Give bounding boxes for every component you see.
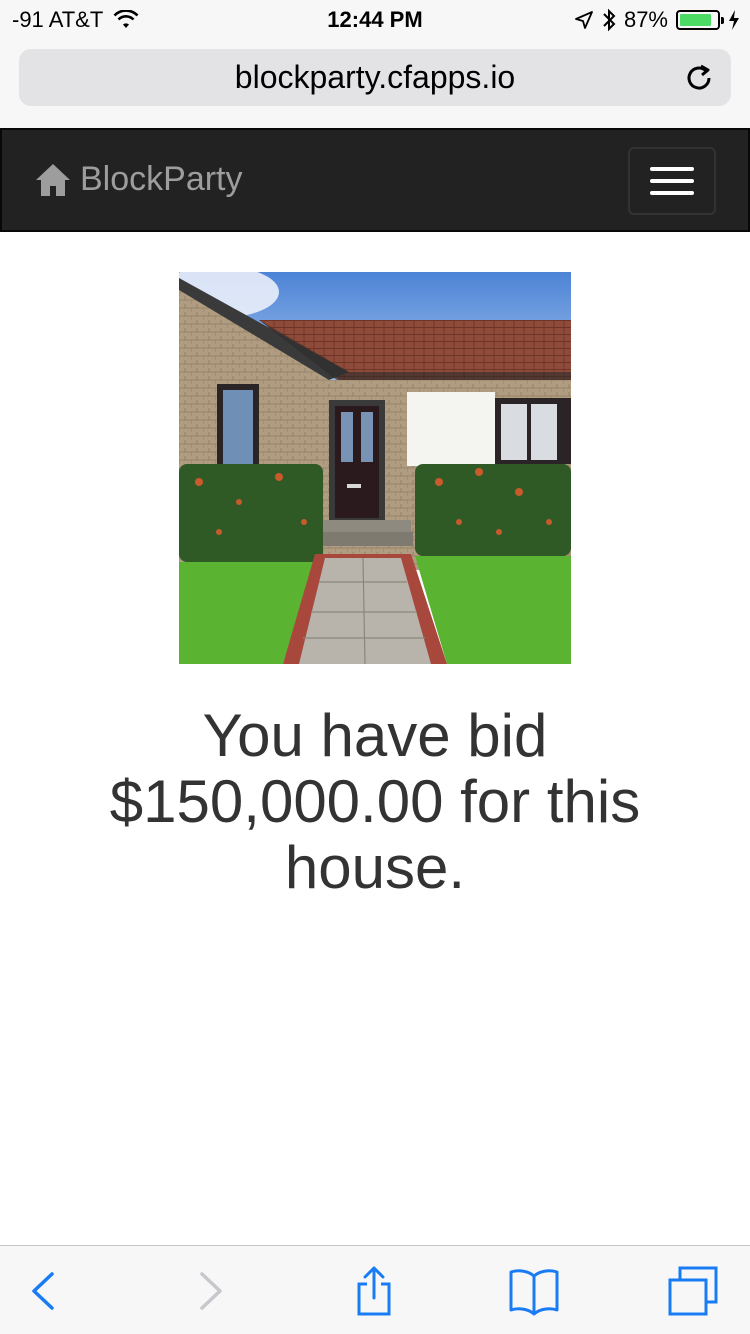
app-navbar: BlockParty xyxy=(0,128,750,232)
address-bar[interactable]: blockparty.cfapps.io xyxy=(19,49,731,106)
home-icon xyxy=(36,163,70,196)
battery-fill xyxy=(680,14,712,26)
page: -91 AT&T 12:44 PM 87% blockparty.cfapps.… xyxy=(0,0,750,1334)
charging-icon xyxy=(729,10,739,30)
browser-toolbar xyxy=(0,1245,750,1334)
bid-confirmation-message: You have bid $150,000.00 for this house. xyxy=(109,702,641,901)
hamburger-bar xyxy=(650,191,694,195)
url-text: blockparty.cfapps.io xyxy=(234,59,516,95)
forward-icon[interactable] xyxy=(184,1266,234,1316)
brand-name: BlockParty xyxy=(80,160,243,198)
brand-link[interactable]: BlockParty xyxy=(34,160,243,199)
bluetooth-icon xyxy=(603,8,616,32)
status-bar: -91 AT&T 12:44 PM 87% xyxy=(0,0,750,40)
battery-percent: 87% xyxy=(623,7,668,32)
browser-url-area: blockparty.cfapps.io xyxy=(0,40,750,128)
hamburger-icon xyxy=(650,167,694,171)
reload-icon[interactable] xyxy=(683,62,715,94)
tabs-icon[interactable] xyxy=(668,1266,718,1316)
battery-icon xyxy=(676,10,724,30)
house-photo xyxy=(179,272,571,664)
hamburger-bar xyxy=(650,179,694,183)
location-icon xyxy=(575,11,593,29)
status-right: 87% xyxy=(574,7,740,33)
menu-toggle-button[interactable] xyxy=(628,147,716,215)
back-icon[interactable] xyxy=(20,1266,70,1316)
bookmarks-icon[interactable] xyxy=(509,1266,559,1316)
share-icon[interactable] xyxy=(349,1266,399,1316)
house-illustration xyxy=(179,272,571,664)
